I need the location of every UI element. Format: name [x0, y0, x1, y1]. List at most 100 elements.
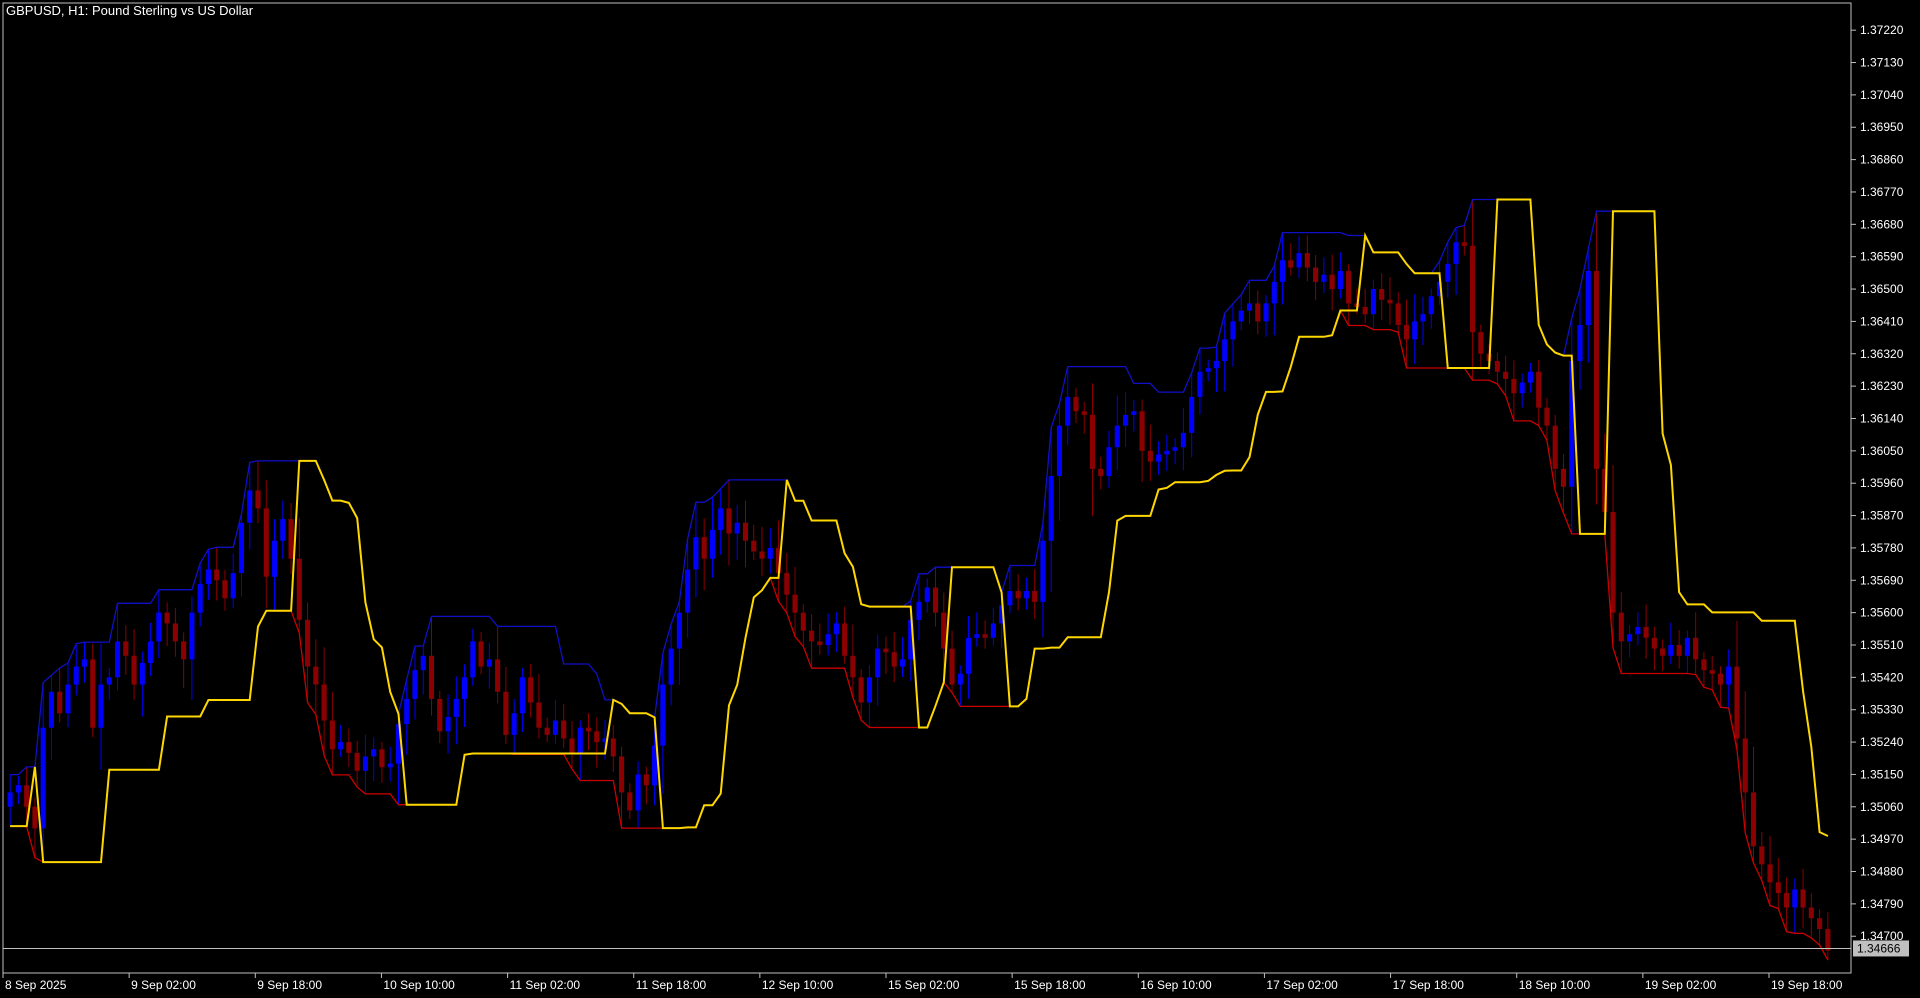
candle-body: [445, 716, 451, 732]
x-tick-label: 15 Sep 02:00: [888, 978, 960, 992]
candle-body: [1081, 411, 1087, 415]
candle-body: [453, 698, 459, 717]
x-tick-label: 8 Sep 2025: [5, 978, 67, 992]
y-tick-label: 1.36230: [1860, 379, 1904, 393]
y-tick-label: 1.34790: [1860, 897, 1904, 911]
candle-body: [1023, 591, 1029, 599]
candle-body: [1800, 889, 1806, 908]
y-tick-label: 1.35870: [1860, 509, 1904, 523]
candle-body: [511, 713, 517, 735]
candle-body: [354, 752, 360, 771]
price-chart[interactable]: 1.37220 1.37130 1.37040 1.36950 1.36860 1.367…: [0, 0, 1920, 998]
candle-body: [1263, 303, 1269, 322]
chart-frame: [2, 2, 1852, 974]
candle-body: [1676, 645, 1682, 656]
current-price-label: 1.34666: [1853, 940, 1909, 957]
x-tick-label: 19 Sep 18:00: [1771, 978, 1843, 992]
candle-body: [1362, 307, 1368, 315]
x-tick-label: 17 Sep 18:00: [1393, 978, 1465, 992]
candle-body: [1470, 245, 1476, 333]
candle-body: [1395, 303, 1401, 325]
candle-body: [1197, 371, 1203, 397]
y-tick-label: 1.34880: [1860, 865, 1904, 879]
candle-body: [668, 648, 674, 685]
candle-body: [817, 641, 823, 645]
candle-body: [1445, 263, 1451, 282]
candle-body: [1651, 637, 1657, 649]
candle-body: [1527, 371, 1533, 383]
candle-body: [148, 641, 154, 663]
candle-body: [594, 731, 600, 743]
y-tick-label: 1.37220: [1860, 23, 1904, 37]
candle-body: [197, 583, 203, 613]
candle-body: [1379, 289, 1385, 300]
candle-body: [263, 508, 269, 577]
x-tick-label: 17 Sep 02:00: [1266, 978, 1338, 992]
candle-body: [1552, 425, 1558, 469]
x-tick-label: 11 Sep 02:00: [510, 978, 581, 992]
candle-body: [81, 659, 88, 667]
candle-body: [1453, 242, 1459, 264]
candle-body: [552, 720, 559, 735]
candle-body: [825, 634, 831, 645]
candle-body: [974, 634, 980, 638]
candle-body: [205, 569, 211, 584]
y-tick-label: 1.35060: [1860, 800, 1904, 814]
candle-body: [916, 601, 922, 620]
candle-body: [949, 648, 955, 685]
y-tick-label: 1.35420: [1860, 670, 1904, 684]
candle-body: [230, 573, 236, 599]
candle-body: [420, 655, 426, 671]
candle-body: [1246, 303, 1253, 311]
candle-body: [1172, 447, 1178, 451]
candle-body: [65, 684, 71, 714]
candle-body: [1238, 310, 1244, 322]
candle-body: [1222, 339, 1228, 361]
candle-body: [1668, 645, 1674, 656]
x-tick-label: 16 Sep 10:00: [1140, 978, 1212, 992]
candle-body: [131, 655, 137, 685]
candle-body: [106, 677, 112, 685]
candle-body: [57, 691, 63, 714]
x-tick-label: 19 Sep 02:00: [1645, 978, 1717, 992]
candle-body: [40, 727, 46, 829]
candle-body: [883, 648, 889, 653]
candle-body: [1519, 382, 1525, 394]
candle-body: [1048, 476, 1054, 541]
candle-body: [156, 612, 162, 642]
x-tick-label: 9 Sep 02:00: [131, 978, 196, 992]
candle-body: [1503, 371, 1509, 379]
candle-body: [305, 619, 311, 667]
y-tick-label: 1.35780: [1860, 541, 1904, 555]
candle-body: [792, 594, 798, 613]
y-tick-label: 1.36770: [1860, 185, 1904, 199]
candle-body: [1180, 432, 1186, 448]
candle-body: [280, 519, 286, 541]
y-tick-label: 1.37130: [1860, 56, 1904, 70]
candle-body: [1825, 929, 1831, 951]
candle-body: [1585, 271, 1591, 325]
candle-body: [1296, 253, 1302, 268]
candle-body: [1775, 882, 1781, 894]
candle-body: [1106, 447, 1112, 477]
candle-body: [1511, 378, 1517, 394]
candle-body: [1817, 918, 1823, 930]
candle-body: [1337, 271, 1343, 290]
candle-body: [1189, 396, 1195, 433]
candle-body: [982, 634, 988, 638]
x-tick-label: 15 Sep 18:00: [1014, 978, 1086, 992]
y-tick-label: 1.35600: [1860, 606, 1904, 620]
x-tick-label: 18 Sep 10:00: [1519, 978, 1591, 992]
y-tick-label: 1.35150: [1860, 767, 1904, 781]
candle-body: [1288, 260, 1294, 268]
candle-body: [73, 666, 79, 685]
candle-body: [271, 540, 278, 577]
candle-body: [321, 684, 327, 721]
candle-body: [1089, 414, 1096, 469]
candle-body: [495, 659, 501, 692]
candle-body: [676, 612, 682, 649]
candle-body: [957, 673, 963, 685]
y-tick-label: 1.36140: [1860, 411, 1904, 425]
candle-body: [1767, 864, 1773, 883]
candle-body: [313, 666, 319, 685]
